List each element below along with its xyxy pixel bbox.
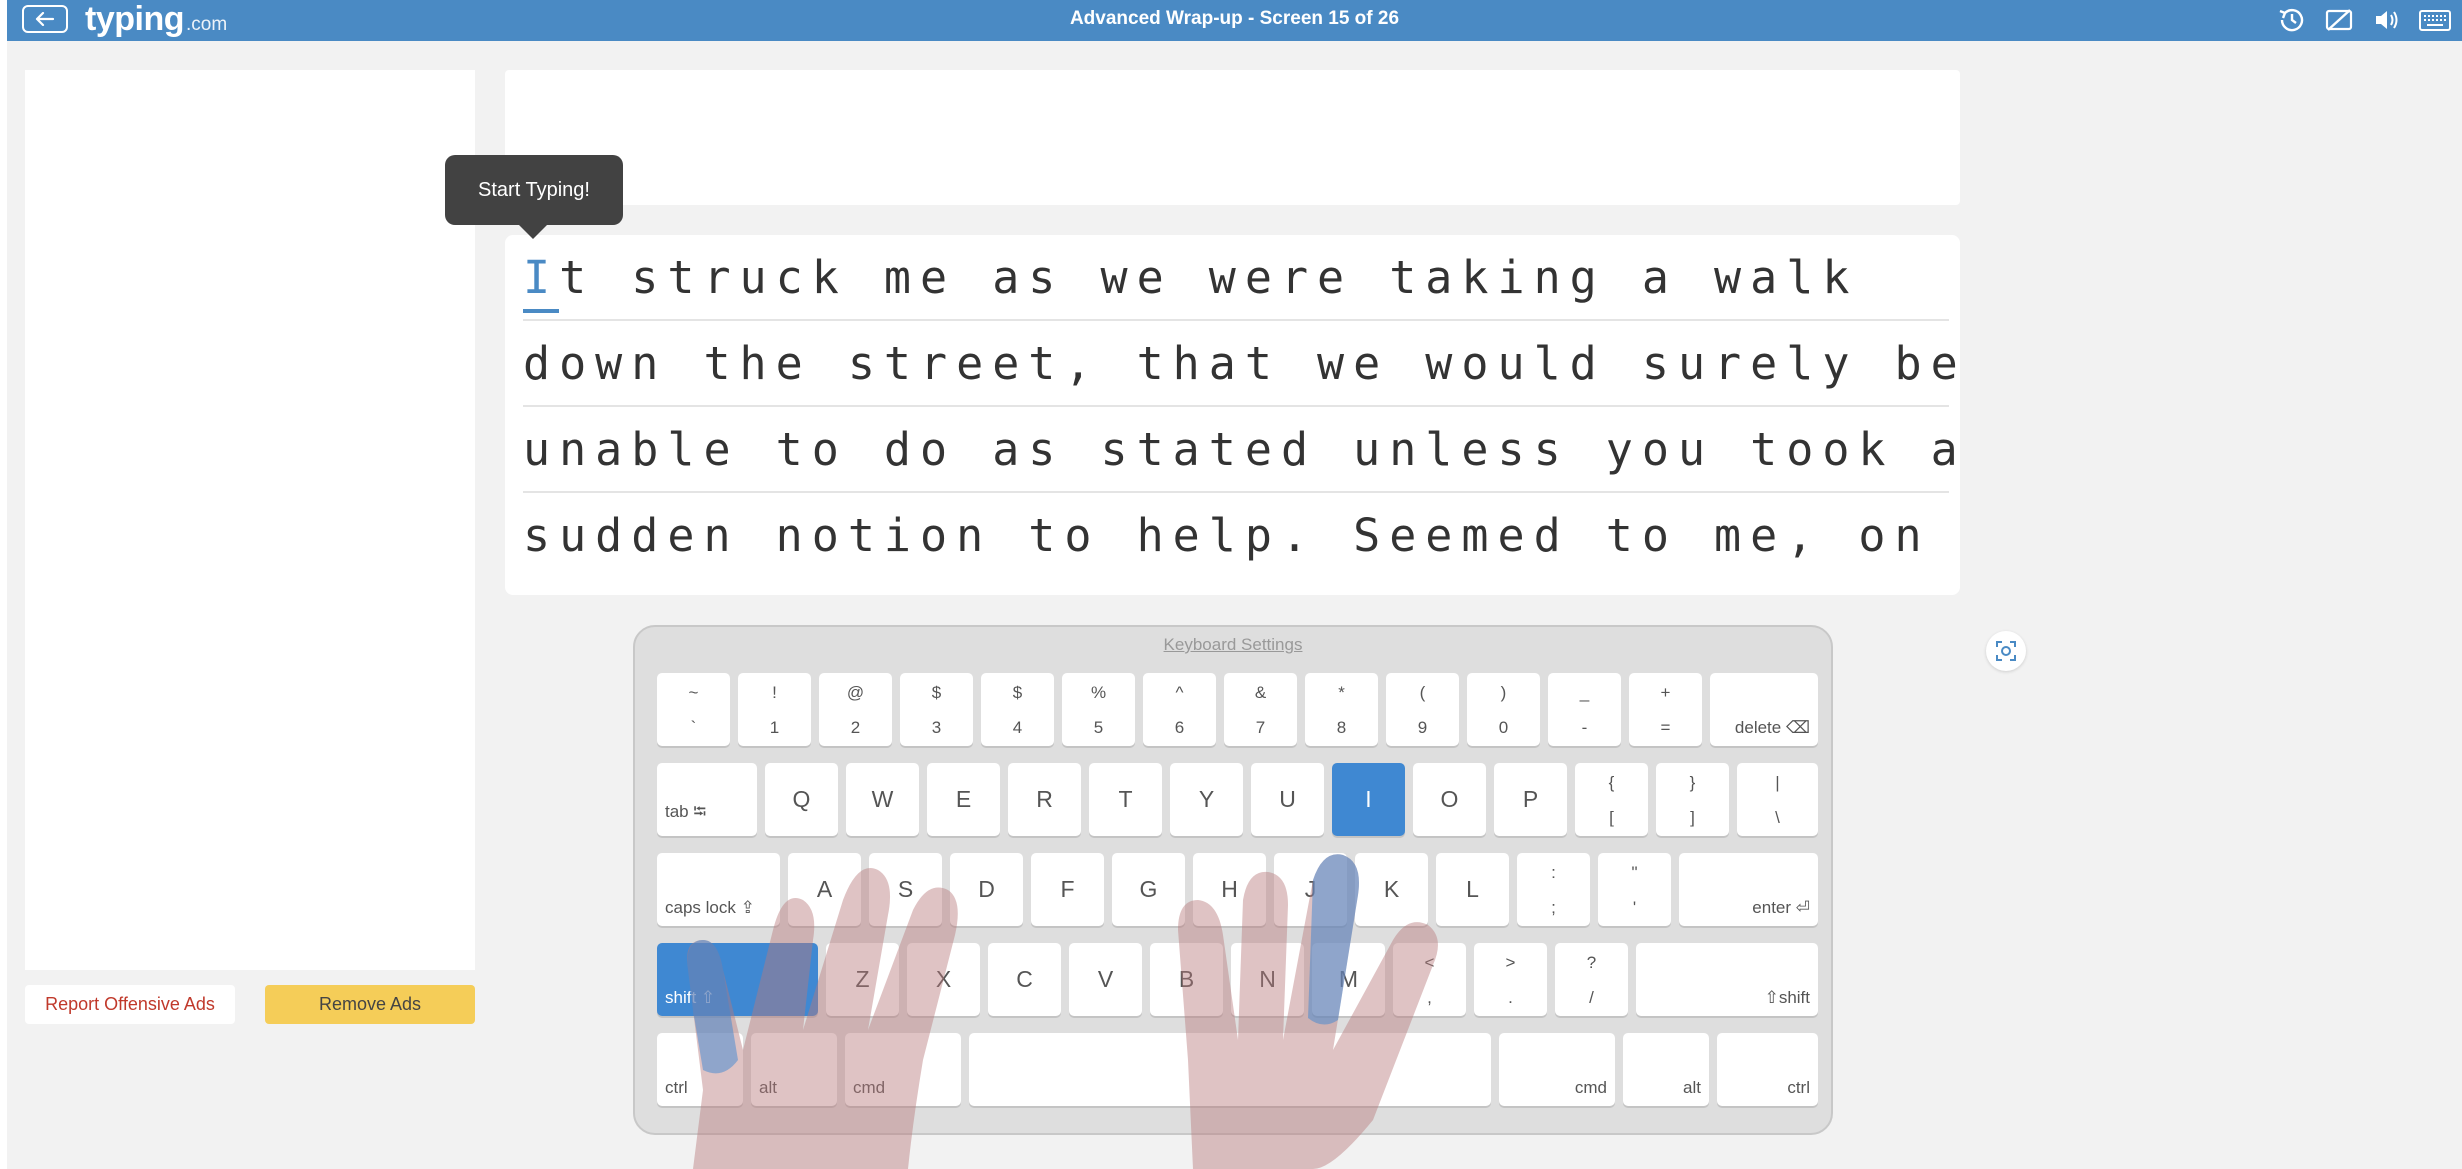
start-typing-tooltip: Start Typing! [445, 155, 623, 239]
key-r: R [1008, 763, 1081, 836]
key-cmd-left: cmd [845, 1033, 961, 1106]
key-k: K [1355, 853, 1428, 926]
key-bracket-left: {[ [1575, 763, 1648, 836]
key-alt-left: alt [751, 1033, 837, 1106]
key-n: N [1231, 943, 1304, 1016]
key-i: I [1332, 763, 1405, 836]
key-2: @2 [819, 673, 892, 746]
key-shift-left: shift ⇧ [657, 943, 818, 1016]
key-delete: delete ⌫ [1710, 673, 1818, 746]
typing-text-panel[interactable]: It struck me as we were taking a walk do… [505, 235, 1960, 595]
key-cmd-right: cmd [1499, 1033, 1615, 1106]
key-p: P [1494, 763, 1567, 836]
text-line-4: sudden notion to help. Seemed to me, on [523, 509, 1931, 562]
key-l: L [1436, 853, 1509, 926]
key-tab: tab ⭾ [657, 763, 757, 836]
key-5: % 5 [1062, 673, 1135, 746]
key-quote: " ' [1598, 853, 1671, 926]
key-ctrl-right: ctrl [1717, 1033, 1818, 1106]
key-f: F [1031, 853, 1104, 926]
text-line-2: down the street, that we would surely be [523, 321, 1958, 407]
key-d: D [950, 853, 1023, 926]
volume-icon[interactable] [2370, 5, 2404, 35]
key-z: Z [826, 943, 899, 1016]
screenshot-focus-icon [1996, 641, 2016, 661]
top-toolbar [2274, 5, 2452, 35]
key-a: A [788, 853, 861, 926]
key-e: E [927, 763, 1000, 836]
keyboard-settings-link[interactable]: Keyboard Settings [635, 635, 1831, 655]
key-s: S [869, 853, 942, 926]
lesson-header-panel [505, 70, 1960, 205]
key-period: >. [1474, 943, 1547, 1016]
keyboard-icon[interactable] [2418, 5, 2452, 35]
key-t: T [1089, 763, 1162, 836]
key-0: ) 0 [1467, 673, 1540, 746]
key-v: V [1069, 943, 1142, 1016]
key-g: G [1112, 853, 1185, 926]
key-semicolon: :; [1517, 853, 1590, 926]
key-c: C [988, 943, 1061, 1016]
key-ctrl-left: ctrl [657, 1033, 743, 1106]
key-shift-right: ⇧shift [1636, 943, 1818, 1016]
key-u: U [1251, 763, 1324, 836]
text-line-1: It struck me as we were taking a walk [523, 235, 1949, 321]
key-h: H [1193, 853, 1266, 926]
page-title: Advanced Wrap-up - Screen 15 of 26 [1069, 8, 1400, 29]
key-caps-lock: caps lock ⇪ [657, 853, 780, 926]
key-q: Q [765, 763, 838, 836]
key-9: (9 [1386, 673, 1459, 746]
key-minus: _ - [1548, 673, 1621, 746]
key-equals: + = [1629, 673, 1702, 746]
key-comma: <, [1393, 943, 1466, 1016]
key-j: J [1274, 853, 1347, 926]
focus-mode-button[interactable] [1986, 631, 2026, 671]
report-offensive-ads-button[interactable]: Report Offensive Ads [25, 985, 235, 1024]
key-b: B [1150, 943, 1223, 1016]
key-w: W [846, 763, 919, 836]
key-slash: ? / [1555, 943, 1628, 1016]
key-3: $3 [900, 673, 973, 746]
line-text: t struck me as we were taking a walk [559, 251, 1859, 304]
key-6: ^ 6 [1143, 673, 1216, 746]
key-o: O [1413, 763, 1486, 836]
text-line-3: unable to do as stated unless you took a [523, 407, 1958, 493]
key-y: Y [1170, 763, 1243, 836]
key-7: & 7 [1224, 673, 1297, 746]
ad-slot [25, 70, 475, 970]
key-4: $4 [981, 673, 1054, 746]
hide-hands-icon[interactable] [2322, 5, 2356, 35]
key-1: ! 1 [738, 673, 811, 746]
remove-ads-button[interactable]: Remove Ads [265, 985, 475, 1024]
key-m: M [1312, 943, 1385, 1016]
key-x: X [907, 943, 980, 1016]
key-bracket-right: }] [1656, 763, 1729, 836]
key-space [969, 1033, 1491, 1106]
top-bar: typing .com Advanced Wrap-up - Screen 15… [7, 0, 2462, 41]
key-enter: enter ⏎ [1679, 853, 1818, 926]
current-character: I [523, 247, 560, 313]
key-backslash: | \ [1737, 763, 1818, 836]
history-icon[interactable] [2274, 5, 2308, 35]
virtual-keyboard: Keyboard Settings ~ ` ! 1 @2 $3 $4 % 5 ^ 6 &… [633, 625, 1833, 1135]
key-alt-right: alt [1623, 1033, 1709, 1106]
key-backtick: ~ ` [657, 673, 730, 746]
window-frame [0, 0, 7, 1169]
key-8: * 8 [1305, 673, 1378, 746]
